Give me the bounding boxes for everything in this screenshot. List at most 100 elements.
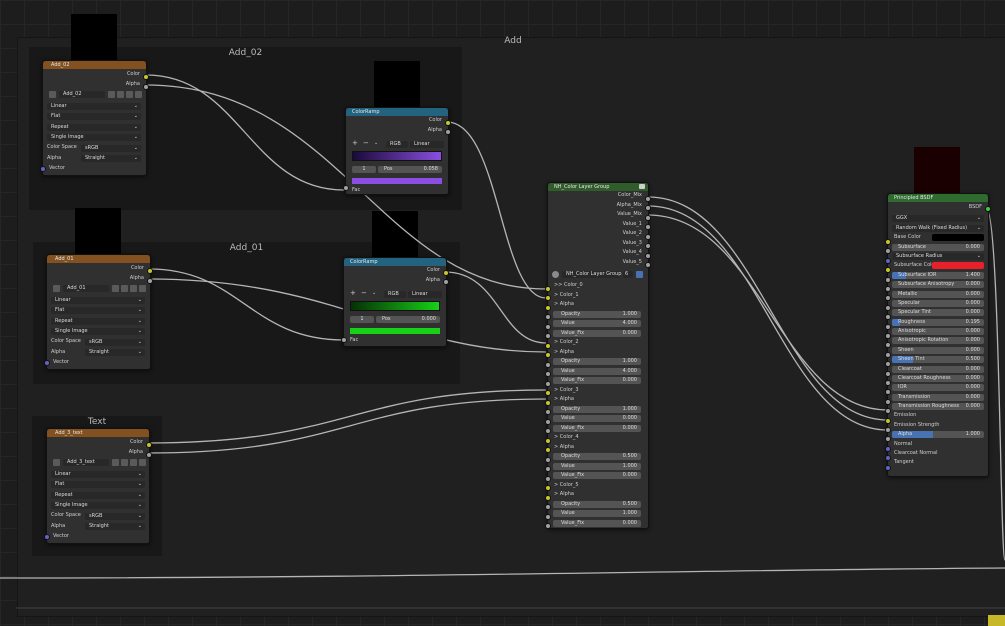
projection-dropdown[interactable]: Flat ⌄: [47, 113, 141, 120]
color-mode-dropdown[interactable]: RGB: [384, 291, 406, 298]
color-swatch[interactable]: [932, 234, 984, 242]
alpha-mode-dropdown[interactable]: Straight ⌄: [85, 523, 145, 530]
socket-fac[interactable]: [341, 337, 347, 343]
image-users-icon[interactable]: [112, 459, 119, 466]
value-slider[interactable]: Subsurface IOR 1.400: [892, 271, 984, 279]
value-slider[interactable]: Subsurface Anisotropy 0.000: [892, 281, 984, 289]
node-header[interactable]: Principled BSDF: [888, 194, 988, 202]
group-datablock-field[interactable]: NH_Color Layer Group: [562, 271, 621, 278]
node-header[interactable]: Add_3_text: [47, 429, 149, 437]
color-ramp-node[interactable]: ColorRamp Color Alpha + − ⌄ RGB Linear 1 Pos 0.058…: [343, 107, 451, 195]
node-header[interactable]: NH_Color Layer Group: [548, 183, 648, 191]
value-field[interactable]: Opacity 1.000: [553, 405, 641, 413]
value-slider[interactable]: Clearcoat Roughness 0.000: [892, 375, 984, 383]
color-swatch[interactable]: [932, 262, 984, 270]
projection-dropdown[interactable]: Flat ⌄: [51, 307, 145, 314]
image-open-icon[interactable]: [130, 459, 137, 466]
socket-alpha[interactable]: [443, 279, 449, 285]
image-unlink-icon[interactable]: [139, 459, 146, 466]
image-new-icon[interactable]: [117, 91, 124, 98]
value-slider[interactable]: Metallic 0.000: [892, 290, 984, 298]
value-field[interactable]: Opacity 1.000: [553, 358, 641, 366]
socket-vector[interactable]: [44, 360, 50, 366]
node-header[interactable]: Add_02: [43, 61, 146, 69]
ramp-menu-icon[interactable]: ⌄: [374, 139, 378, 149]
socket-vector[interactable]: [44, 534, 50, 540]
image-name-field[interactable]: Add_01: [63, 285, 109, 292]
value-field[interactable]: Value 1.000: [553, 462, 641, 470]
image-icon[interactable]: [49, 91, 56, 98]
value-slider[interactable]: Alpha 1.000: [892, 431, 984, 439]
value-field[interactable]: Value_Fix 0.000: [553, 472, 641, 480]
interpolation-dropdown[interactable]: Linear: [408, 291, 442, 298]
extension-dropdown[interactable]: Repeat ⌄: [51, 491, 145, 499]
interpolation-dropdown[interactable]: Linear ⌄: [47, 102, 141, 110]
node-group-icon[interactable]: [639, 184, 645, 189]
stop-position-field[interactable]: Pos 0.000: [376, 316, 440, 323]
source-dropdown[interactable]: Single Image ⌄: [51, 328, 145, 335]
image-new-icon[interactable]: [121, 285, 128, 292]
subsurface-method-dropdown[interactable]: Random Walk (Fixed Radius) ⌄: [892, 224, 984, 232]
subsurface-radius-dropdown[interactable]: Subsurface Radius ⌄: [892, 252, 984, 260]
value-slider[interactable]: Transmission 0.000: [892, 393, 984, 401]
color-space-dropdown[interactable]: sRGB ⌄: [85, 512, 145, 520]
image-users-icon[interactable]: [112, 285, 119, 292]
ramp-gradient[interactable]: [352, 151, 442, 161]
value-slider[interactable]: IOR 0.000: [892, 384, 984, 392]
value-slider[interactable]: Transmission Roughness 0.000: [892, 403, 984, 411]
value-slider[interactable]: Clearcoat 0.000: [892, 365, 984, 373]
stop-color-swatch[interactable]: [352, 178, 442, 184]
value-field[interactable]: Opacity 0.500: [553, 500, 641, 508]
image-texture-node[interactable]: Add_01 Color Alpha Add_01 Linear ⌄ Flat ⌄ Repeat…: [44, 254, 153, 370]
principled-bsdf-node[interactable]: Principled BSDF BSDF GGX ⌄ Random Walk (Fixe…: [885, 193, 991, 477]
color-space-dropdown[interactable]: sRGB ⌄: [85, 338, 145, 346]
source-dropdown[interactable]: Single Image ⌄: [47, 134, 141, 141]
socket-fac[interactable]: [343, 185, 349, 191]
value-field[interactable]: Value_Fix 0.000: [553, 377, 641, 385]
ramp-gradient[interactable]: [350, 301, 440, 311]
image-texture-node[interactable]: Add_02 Color Alpha Add_02 Linear ⌄ Flat ⌄ Repeat…: [40, 60, 149, 176]
alpha-mode-dropdown[interactable]: Straight ⌄: [85, 349, 145, 356]
socket-vector[interactable]: [40, 166, 46, 172]
image-name-field[interactable]: Add_3_text: [63, 459, 109, 466]
image-texture-node[interactable]: Add_3_text Color Alpha Add_3_text Linear ⌄ Fla…: [44, 428, 152, 544]
stop-position-field[interactable]: Pos 0.058: [378, 166, 442, 173]
value-field[interactable]: Opacity 1.000: [553, 310, 641, 318]
value-field[interactable]: Value_Fix 0.000: [553, 424, 641, 432]
extension-dropdown[interactable]: Repeat ⌄: [47, 123, 141, 131]
image-open-icon[interactable]: [126, 91, 133, 98]
projection-dropdown[interactable]: Flat ⌄: [51, 481, 145, 488]
value-slider[interactable]: Sheen 0.000: [892, 346, 984, 354]
distribution-dropdown[interactable]: GGX ⌄: [892, 214, 984, 222]
value-field[interactable]: Value_Fix 0.000: [553, 519, 641, 527]
node-header[interactable]: ColorRamp: [344, 258, 446, 266]
node-tree-icon[interactable]: [552, 271, 559, 278]
image-users-icon[interactable]: [108, 91, 115, 98]
ramp-menu-icon[interactable]: ⌄: [372, 289, 376, 299]
socket-bsdf[interactable]: [985, 206, 991, 212]
alpha-mode-dropdown[interactable]: Straight ⌄: [81, 155, 141, 162]
image-icon[interactable]: [53, 459, 60, 466]
color-ramp-node[interactable]: ColorRamp Color Alpha + − ⌄ RGB Linear 1 Pos 0.000…: [341, 257, 449, 347]
value-field[interactable]: Opacity 0.500: [553, 453, 641, 461]
value-field[interactable]: Value_Fix 0.000: [553, 329, 641, 337]
source-dropdown[interactable]: Single Image ⌄: [51, 502, 145, 509]
group-users-count[interactable]: 6: [623, 271, 633, 278]
value-field[interactable]: Value 1.000: [553, 510, 641, 518]
color-mode-dropdown[interactable]: RGB: [386, 141, 408, 148]
image-unlink-icon[interactable]: [139, 285, 146, 292]
value-slider[interactable]: Roughness 0.195: [892, 318, 984, 326]
input-socket[interactable]: [885, 464, 891, 471]
remove-stop-icon[interactable]: −: [361, 289, 367, 299]
value-slider[interactable]: Anisotropic Rotation 0.000: [892, 337, 984, 345]
add-stop-icon[interactable]: +: [350, 289, 356, 299]
value-field[interactable]: Value 0.000: [553, 415, 641, 423]
value-slider[interactable]: Specular Tint 0.000: [892, 309, 984, 317]
extension-dropdown[interactable]: Repeat ⌄: [51, 317, 145, 325]
image-name-field[interactable]: Add_02: [59, 91, 105, 98]
remove-stop-icon[interactable]: −: [363, 139, 369, 149]
image-open-icon[interactable]: [130, 285, 137, 292]
socket-alpha[interactable]: [445, 129, 451, 135]
image-new-icon[interactable]: [121, 459, 128, 466]
value-field[interactable]: Value 4.000: [553, 320, 641, 328]
